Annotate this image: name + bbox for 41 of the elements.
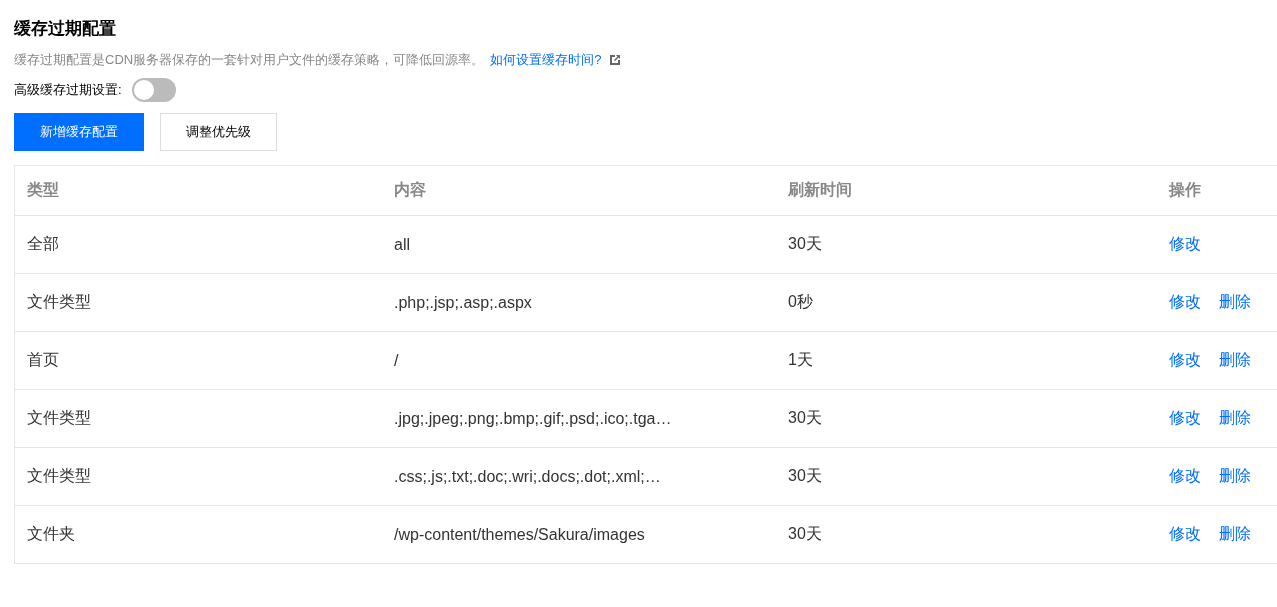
action-link[interactable]: 删除	[1219, 467, 1251, 484]
column-header: 刷新时间	[776, 165, 1157, 216]
action-link[interactable]: 修改	[1169, 351, 1201, 368]
help-link[interactable]: 如何设置缓存时间?	[490, 51, 602, 69]
table-cell: 文件类型	[14, 447, 382, 506]
table-cell: 全部	[14, 215, 382, 274]
action-link[interactable]: 修改	[1169, 235, 1201, 252]
table-cell: 文件夹	[14, 505, 382, 564]
table-cell: .jpg;.jpeg;.png;.bmp;.gif;.psd;.ico;.tga…	[382, 389, 776, 448]
table-cell: 首页	[14, 331, 382, 390]
table-cell: /wp-content/themes/Sakura/images	[382, 505, 776, 564]
table-cell: /	[382, 331, 776, 390]
column-header: 内容	[382, 165, 776, 216]
table-cell: 30天	[776, 505, 1157, 564]
action-link[interactable]: 修改	[1169, 409, 1201, 426]
column-header: 类型	[14, 165, 382, 216]
table-cell: 文件类型	[14, 389, 382, 448]
table-cell: .css;.js;.txt;.doc;.wri;.docs;.dot;.xml;…	[382, 447, 776, 506]
add-button[interactable]: 新增缓存配置	[14, 113, 144, 151]
table-cell: 30天	[776, 215, 1157, 274]
toggle-switch[interactable]	[131, 78, 176, 102]
table-cell: all	[382, 215, 776, 274]
table-cell: 1天	[776, 331, 1157, 390]
table-cell: 30天	[776, 447, 1157, 506]
table-cell: 0秒	[776, 273, 1157, 332]
action-link[interactable]: 修改	[1169, 467, 1201, 484]
action-link[interactable]: 修改	[1169, 293, 1201, 310]
action-link[interactable]: 修改	[1169, 525, 1201, 542]
priority-button[interactable]: 调整优先级	[160, 113, 277, 151]
action-link[interactable]: 删除	[1219, 525, 1251, 542]
column-header: 操作	[1157, 165, 1277, 216]
external-link-icon[interactable]	[609, 54, 622, 66]
description-text: 缓存过期配置是CDN服务器保存的一套针对用户文件的缓存策略，可降低回源率。	[14, 51, 485, 69]
table-cell: 文件类型	[14, 273, 382, 332]
action-link[interactable]: 删除	[1219, 351, 1251, 368]
page-title: 缓存过期配置	[14, 18, 117, 40]
action-link[interactable]: 删除	[1219, 409, 1251, 426]
toggle-label: 高级缓存过期设置:	[14, 81, 122, 99]
table-cell: .php;.jsp;.asp;.aspx	[382, 273, 776, 332]
table-cell: 30天	[776, 389, 1157, 448]
action-link[interactable]: 删除	[1219, 293, 1251, 310]
